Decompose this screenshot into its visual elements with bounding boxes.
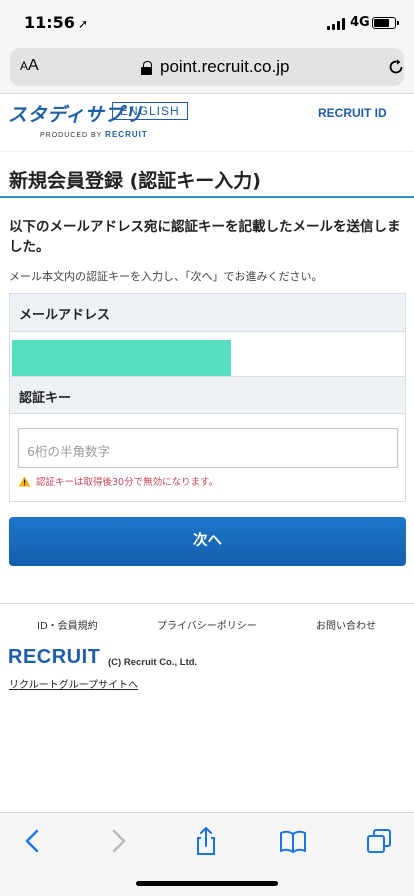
next-button[interactable]: 次へ — [9, 517, 406, 566]
email-label: メールアドレス — [10, 294, 405, 332]
key-label: 認証キー — [10, 376, 405, 414]
signal-icon — [327, 18, 345, 30]
network-label: 4G — [350, 15, 370, 30]
footer-divider — [0, 603, 414, 604]
lead-text: 以下のメールアドレス宛に認証キーを記載したメールを送信しました。 — [9, 219, 401, 255]
verification-key-input[interactable]: 6桁の半角数字 — [18, 428, 398, 468]
bookmarks-icon[interactable] — [278, 827, 308, 855]
battery-icon — [372, 17, 399, 29]
site-header: スタディサプリ ENGLISH PRODUCED BY RECRUIT RECR… — [0, 94, 414, 152]
produced-brand: RECRUIT — [105, 130, 148, 139]
recruit-logo: RECRUIT — [8, 646, 101, 668]
key-warning-text: 認証キーは取得後30分で無効になります。 — [36, 477, 219, 488]
back-icon[interactable] — [18, 827, 48, 855]
warning-icon — [18, 476, 31, 487]
verification-form: メールアドレス 認証キー 6桁の半角数字 認証キーは取得後30分で無効になります… — [9, 293, 406, 502]
title-divider — [0, 196, 414, 198]
text-size-button[interactable]: AA — [20, 57, 39, 75]
page-title: 新規会員登録 (認証キー入力) — [9, 170, 261, 192]
produced-by: PRODUCED BY RECRUIT — [40, 130, 148, 139]
recruit-id-logo: RECRUIT ID — [318, 106, 387, 120]
footer-link-contact[interactable]: お問い合わせ — [316, 617, 376, 632]
time-label: 11:56 — [24, 13, 75, 32]
footer-link-terms[interactable]: ID・会員規約 — [37, 617, 98, 632]
tabs-icon[interactable] — [364, 827, 394, 855]
footer-link-privacy[interactable]: プライバシーポリシー — [157, 617, 257, 632]
forward-icon[interactable] — [103, 827, 133, 855]
email-value-redacted — [12, 340, 231, 376]
status-time: 11:56 ➚ — [24, 13, 88, 32]
english-badge: ENGLISH — [112, 102, 188, 120]
browser-address-area: AA point.recruit.co.jp — [0, 46, 414, 94]
instruction-text: メール本文内の認証キーを入力し、「次へ」でお進みください。 — [9, 270, 323, 283]
group-site-link[interactable]: リクルートグループサイトへ — [9, 676, 138, 691]
share-icon[interactable] — [191, 827, 221, 855]
home-indicator — [136, 881, 278, 886]
produced-by-label: PRODUCED BY — [40, 132, 103, 139]
location-arrow-icon: ➚ — [77, 17, 88, 31]
lock-icon — [141, 61, 152, 75]
key-warning: 認証キーは取得後30分で無効になります。 — [18, 474, 218, 488]
address-bar[interactable]: AA point.recruit.co.jp — [10, 48, 404, 86]
status-bar: 11:56 ➚ 4G — [0, 0, 414, 46]
url-text[interactable]: point.recruit.co.jp — [160, 57, 289, 77]
reload-icon[interactable] — [388, 59, 404, 75]
copyright: (C) Recruit Co., Ltd. — [108, 657, 198, 668]
